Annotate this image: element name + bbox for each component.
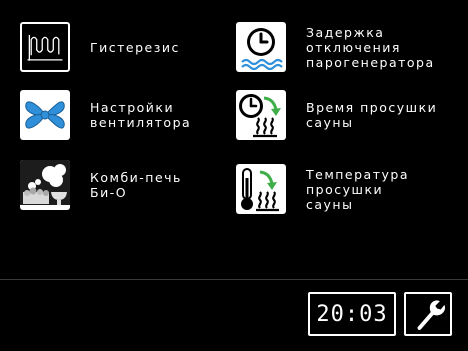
drying-temp-label: Температура просушки сауны: [306, 166, 409, 212]
menu-item-drying-temp[interactable]: Температура просушки сауны: [236, 164, 409, 214]
steam-delay-label: Задержка отключения парогенератора: [306, 24, 435, 70]
thermometer-heat-arrow-icon: [236, 164, 286, 214]
menu-item-combi-oven[interactable]: Комби-печь Би-О: [20, 160, 182, 210]
menu-item-hysteresis[interactable]: Гистерезис: [20, 22, 180, 72]
clock-water-icon: [236, 22, 286, 72]
menu-item-drying-time[interactable]: Время просушки сауны: [236, 90, 437, 140]
menu-item-fan-settings[interactable]: Настройки вентилятора: [20, 90, 191, 140]
combi-oven-label: Комби-печь Би-О: [90, 170, 182, 200]
clock-heat-arrow-icon: [236, 90, 286, 140]
sauna-stove-icon: [20, 160, 70, 210]
hysteresis-label: Гистерезис: [90, 39, 180, 55]
hysteresis-wave-icon: [20, 22, 70, 72]
status-bar-divider: [0, 279, 468, 280]
drying-time-label: Время просушки сауны: [306, 100, 438, 130]
fan-icon: [20, 90, 70, 140]
menu-item-steam-delay[interactable]: Задержка отключения парогенератора: [236, 22, 435, 72]
clock-display[interactable]: 20:03: [308, 292, 396, 336]
wrench-icon: [417, 300, 446, 330]
service-settings-button[interactable]: [404, 292, 452, 336]
fan-settings-label: Настройки вентилятора: [90, 100, 192, 130]
